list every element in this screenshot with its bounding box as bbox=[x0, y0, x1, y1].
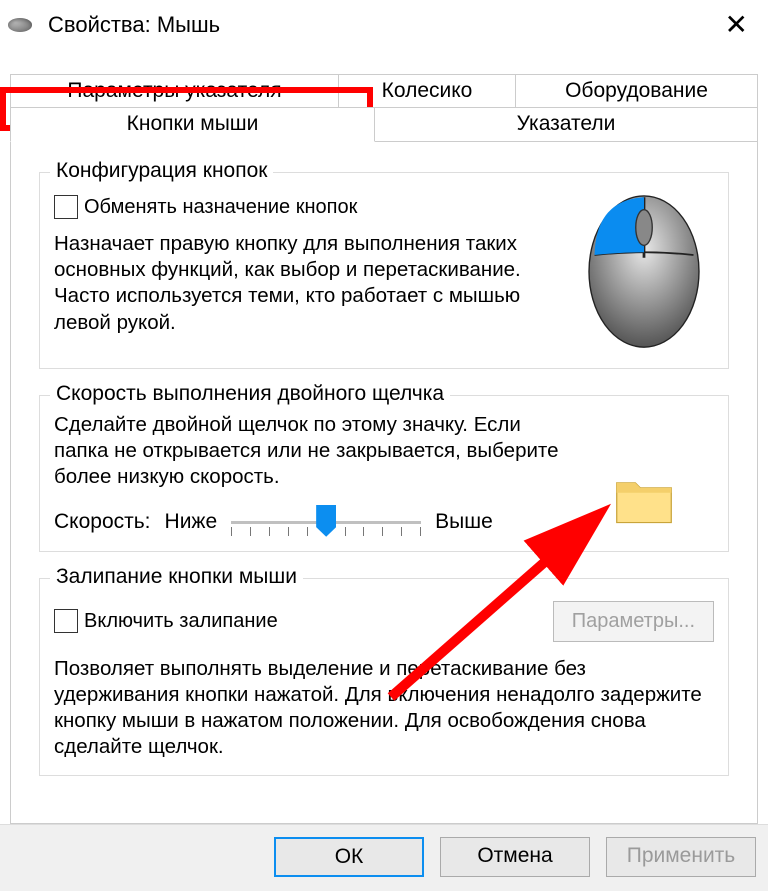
swap-buttons-description: Назначает правую кнопку для выполнения т… bbox=[54, 231, 562, 336]
ok-button[interactable]: ОК bbox=[274, 837, 424, 877]
clicklock-description: Позволяет выполнять выделение и перетаск… bbox=[54, 656, 714, 761]
group-speed-title: Скорость выполнения двойного щелчка bbox=[50, 382, 450, 406]
tab-wheel[interactable]: Колесико bbox=[339, 74, 516, 108]
tab-hardware[interactable]: Оборудование bbox=[516, 74, 758, 108]
window-title: Свойства: Мышь bbox=[48, 12, 713, 38]
group-doubleclick-speed: Скорость выполнения двойного щелчка Сдел… bbox=[39, 395, 729, 552]
tab-content: Конфигурация кнопок Обменять назначение … bbox=[10, 141, 758, 824]
tabs-container: Параметры указателя Колесико Оборудовани… bbox=[0, 50, 768, 142]
speed-slider[interactable] bbox=[231, 507, 421, 537]
close-icon[interactable]: ✕ bbox=[713, 7, 760, 43]
swap-buttons-checkbox[interactable] bbox=[54, 195, 78, 219]
clicklock-label: Включить залипание bbox=[84, 610, 278, 633]
mouse-properties-dialog: Свойства: Мышь ✕ Параметры указателя Кол… bbox=[0, 0, 768, 891]
folder-test-icon[interactable] bbox=[613, 469, 675, 529]
mouse-illustration bbox=[574, 189, 714, 354]
speed-label: Скорость: bbox=[54, 510, 151, 534]
speed-low-label: Ниже bbox=[165, 510, 218, 534]
apply-button: Применить bbox=[606, 837, 756, 877]
tab-pointer-options[interactable]: Параметры указателя bbox=[10, 74, 339, 108]
group-clicklock-title: Залипание кнопки мыши bbox=[50, 565, 303, 589]
group-button-config-title: Конфигурация кнопок bbox=[50, 159, 273, 183]
speed-description: Сделайте двойной щелчок по этому значку.… bbox=[54, 412, 562, 491]
titlebar: Свойства: Мышь ✕ bbox=[0, 0, 768, 50]
mouse-icon bbox=[8, 18, 32, 32]
swap-buttons-label: Обменять назначение кнопок bbox=[84, 196, 357, 219]
group-clicklock: Залипание кнопки мыши Включить залипание… bbox=[39, 578, 729, 776]
cancel-button[interactable]: Отмена bbox=[440, 837, 590, 877]
clicklock-settings-button: Параметры... bbox=[553, 601, 714, 642]
tab-buttons[interactable]: Кнопки мыши bbox=[10, 107, 375, 142]
group-button-config: Конфигурация кнопок Обменять назначение … bbox=[39, 172, 729, 369]
dialog-button-row: ОК Отмена Применить bbox=[0, 824, 768, 891]
tab-pointers[interactable]: Указатели bbox=[375, 107, 758, 142]
clicklock-checkbox[interactable] bbox=[54, 609, 78, 633]
speed-high-label: Выше bbox=[435, 510, 493, 534]
